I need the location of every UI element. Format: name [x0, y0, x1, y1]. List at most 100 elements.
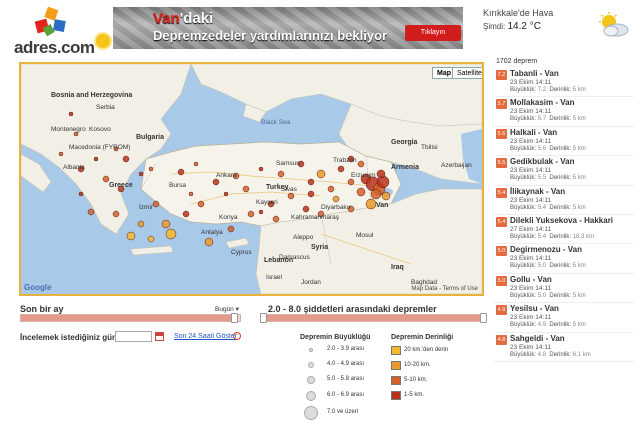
- quake-list-item[interactable]: 7.2 Tabanli - Van 23 Ekim 14:11 Büyüklük: 7…: [494, 68, 634, 98]
- legend-magnitude-circle: [307, 376, 315, 384]
- date-input[interactable]: [115, 331, 152, 342]
- site-logo[interactable]: adres.com: [14, 4, 110, 57]
- quake-marker[interactable]: [316, 169, 326, 179]
- ad-banner[interactable]: Van'daki Depremzedeler yardımlarınızı be…: [113, 7, 463, 49]
- quake-location-link[interactable]: İlikaynak - Van: [510, 187, 565, 196]
- quake-marker[interactable]: [376, 169, 386, 179]
- quake-marker[interactable]: [307, 178, 315, 186]
- quake-marker[interactable]: [227, 225, 235, 233]
- quake-marker[interactable]: [347, 178, 355, 186]
- logo-sun-icon: [96, 34, 110, 48]
- quake-list-item[interactable]: 4.8 Sahgeldi - Van 23 Ekim 14:11 Büyüklük: …: [494, 333, 634, 362]
- quake-marker[interactable]: [68, 111, 74, 117]
- quake-marker[interactable]: [212, 178, 220, 186]
- time-slider-handle[interactable]: [231, 313, 239, 323]
- quake-marker[interactable]: [182, 210, 190, 218]
- range-slider-max-handle[interactable]: [480, 313, 487, 323]
- quake-date: 23 Ekim 14:11: [510, 137, 552, 145]
- quake-marker[interactable]: [147, 235, 155, 243]
- quake-list-item[interactable]: 5.4 İlikaynak - Van 23 Ekim 14:11 Büyüklük:…: [494, 186, 634, 215]
- quake-depth-value: 5 km: [572, 145, 586, 152]
- quake-marker[interactable]: [381, 191, 391, 201]
- quake-marker[interactable]: [365, 198, 377, 210]
- time-slider-today: Bugün ▾: [215, 305, 239, 313]
- quake-list-item[interactable]: 5.4 Dilekli Yuksekova - Hakkari 27 Ekim 14…: [494, 215, 634, 245]
- quake-date: 23 Ekim 14:11: [510, 284, 552, 292]
- quake-location-link[interactable]: Yesilsu - Van: [510, 304, 559, 313]
- quake-marker[interactable]: [148, 166, 154, 172]
- quake-list-item[interactable]: 5.5 Gedikbulak - Van 23 Ekim 14:11 Büyüklük…: [494, 156, 634, 186]
- legend-magnitude-label: 5.0 - 5.8 arası: [327, 376, 365, 382]
- quake-location-link[interactable]: Tabanli - Van: [510, 69, 559, 78]
- quake-marker[interactable]: [204, 237, 214, 247]
- quake-list-item[interactable]: 5.0 Gollu - Van 23 Ekim 14:11 Büyüklük: 5.0…: [494, 274, 634, 304]
- legend-magnitude-label: 2.0 - 3.9 arası: [327, 346, 365, 352]
- map-type-satellite-button[interactable]: Satellite: [452, 67, 482, 79]
- quake-location-link[interactable]: Sahgeldi - Van: [510, 334, 565, 343]
- quake-mag-value: 5.4: [537, 233, 547, 240]
- quake-marker[interactable]: [307, 190, 315, 198]
- quake-marker[interactable]: [197, 200, 205, 208]
- weather-temp: 14.2 °C: [507, 21, 541, 32]
- quake-marker[interactable]: [58, 151, 64, 157]
- quake-marker[interactable]: [337, 165, 345, 173]
- quake-marker[interactable]: [277, 170, 285, 178]
- quake-marker[interactable]: [138, 171, 144, 177]
- quake-marker[interactable]: [370, 188, 382, 200]
- quake-marker[interactable]: [332, 195, 340, 203]
- quake-marker[interactable]: [122, 155, 130, 163]
- legend-depth-label: 5-10 km.: [404, 377, 428, 383]
- quake-marker[interactable]: [287, 192, 295, 200]
- quake-location-link[interactable]: Degirmenozu - Van: [510, 245, 582, 254]
- quake-marker[interactable]: [272, 215, 280, 223]
- quake-mag-value: 4.9: [537, 322, 547, 329]
- quake-marker[interactable]: [188, 191, 194, 197]
- map-data-terms-link[interactable]: Map Data - Terms of Use: [411, 286, 478, 292]
- last-24h-link[interactable]: Son 24 Saati Göster: [174, 333, 237, 340]
- google-logo[interactable]: Google: [24, 283, 52, 292]
- quake-marker[interactable]: [242, 185, 250, 193]
- quake-location-link[interactable]: Dilekli Yuksekova - Hakkari: [510, 216, 613, 225]
- time-slider[interactable]: [20, 313, 241, 323]
- quake-location-link[interactable]: Gedikbulak - Van: [510, 157, 574, 166]
- refresh-icon[interactable]: [233, 332, 241, 340]
- quake-marker[interactable]: [78, 191, 84, 197]
- quake-marker[interactable]: [165, 228, 177, 240]
- quake-marker[interactable]: [356, 187, 366, 197]
- quake-marker[interactable]: [93, 156, 99, 162]
- quake-marker[interactable]: [193, 161, 199, 167]
- quake-marker[interactable]: [177, 168, 185, 176]
- magnitude-range-slider[interactable]: [260, 313, 487, 323]
- quake-list-item[interactable]: 5.6 Halkali - Van 23 Ekim 14:11 Büyüklük: 5…: [494, 127, 634, 157]
- quake-depth-label: Derinlik:: [549, 292, 572, 299]
- quake-date: 23 Ekim 14:11: [510, 196, 552, 204]
- range-slider-min-handle[interactable]: [260, 313, 267, 323]
- quake-list-item[interactable]: 4.9 Yesilsu - Van 23 Ekim 14:11 Büyüklük: 4…: [494, 303, 634, 333]
- quake-marker[interactable]: [327, 185, 335, 193]
- quake-marker[interactable]: [302, 205, 310, 213]
- quake-mag-value: 5.0: [537, 292, 547, 299]
- quake-marker[interactable]: [223, 191, 229, 197]
- map-label: Macedonia (FYROM): [69, 144, 131, 151]
- quake-mag-label: Büyüklük:: [510, 87, 537, 93]
- quake-marker[interactable]: [376, 175, 390, 189]
- quake-marker[interactable]: [126, 231, 136, 241]
- quake-marker[interactable]: [112, 210, 120, 218]
- quake-location-link[interactable]: Mollakasim - Van: [510, 98, 574, 107]
- quake-list-item[interactable]: 5.7 Mollakasim - Van 23 Ekim 14:11 Büyüklük…: [494, 97, 634, 127]
- quake-list-item[interactable]: 5.0 Degirmenozu - Van 23 Ekim 14:11 Büyüklü…: [494, 244, 634, 274]
- quake-marker[interactable]: [137, 220, 145, 228]
- quake-marker[interactable]: [247, 210, 255, 218]
- quake-marker[interactable]: [161, 219, 171, 229]
- quake-location-link[interactable]: Gollu - Van: [510, 275, 552, 284]
- quake-marker[interactable]: [357, 160, 365, 168]
- quake-marker[interactable]: [152, 200, 160, 208]
- quake-location-link[interactable]: Halkali - Van: [510, 128, 557, 137]
- earthquake-map[interactable]: Map Satellite Bosnia and Herzegovina Serb…: [19, 62, 484, 296]
- banner-button[interactable]: Tıklayın: [405, 25, 461, 41]
- quake-marker[interactable]: [258, 166, 264, 172]
- calendar-icon[interactable]: [155, 332, 164, 341]
- quake-marker[interactable]: [87, 208, 95, 216]
- quake-marker[interactable]: [258, 209, 264, 215]
- quake-list[interactable]: 7.2 Tabanli - Van 23 Ekim 14:11 Büyüklük: 7…: [494, 68, 634, 362]
